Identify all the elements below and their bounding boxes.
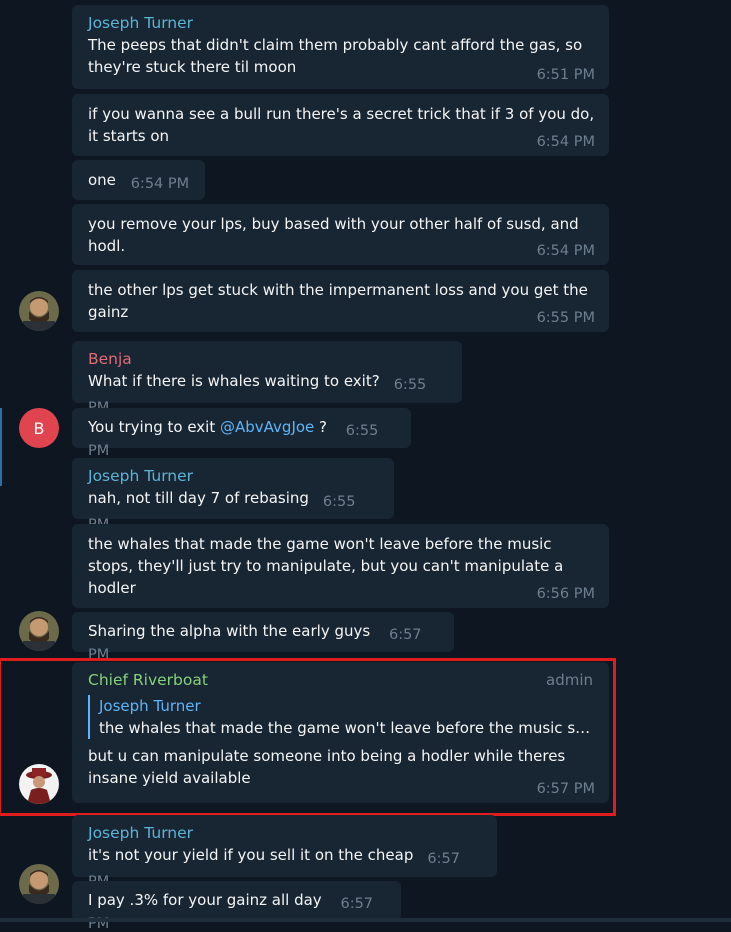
message-time: 6:55 PM [536, 310, 595, 326]
message-text: the whales that made the game won't leav… [88, 535, 564, 597]
message-bubble[interactable]: if you wanna see a bull run there's a se… [72, 94, 609, 156]
message-time: 6:54 PM [130, 176, 190, 192]
message-text: if you wanna see a bull run there's a se… [88, 105, 595, 145]
sender-name[interactable]: Joseph Turner [88, 465, 380, 487]
avatar-letter: B [33, 418, 45, 438]
message-time: 6:54 PM [536, 134, 595, 150]
bottom-scrollbar[interactable] [0, 918, 731, 922]
message-bubble[interactable]: Joseph Turner nah, not till day 7 of reb… [72, 458, 394, 533]
message-text-content: it's not your yield if you sell it on th… [88, 846, 414, 864]
sender-name[interactable]: Joseph Turner [88, 12, 595, 34]
user-avatar[interactable] [19, 291, 59, 331]
message-text: The peeps that didn't claim them probabl… [88, 36, 583, 76]
message-time: 6:56 PM [536, 586, 595, 602]
unread-indicator [0, 408, 2, 486]
message-bubble[interactable]: Sharing the alpha with the early guys 6:… [72, 612, 454, 663]
message-bubble[interactable]: Joseph Turner it's not your yield if you… [72, 815, 497, 890]
message-text: Sharing the alpha with the early guys [88, 622, 371, 640]
message-text: you remove your lps, buy based with your… [88, 215, 579, 255]
user-avatar[interactable] [19, 611, 59, 651]
message-bubble[interactable]: the whales that made the game won't leav… [72, 524, 609, 608]
sender-name[interactable]: Benja [88, 348, 448, 370]
sender-name[interactable]: Joseph Turner [88, 822, 483, 844]
mention-link[interactable]: @AbvAvgJoe [220, 418, 314, 436]
message-text: I pay .3% for your gainz all day [88, 891, 322, 909]
avatar-photo-icon [19, 291, 59, 331]
message-text-before: You trying to exit [88, 418, 220, 436]
highlight-box [0, 658, 616, 816]
message-time: 6:51 PM [536, 67, 595, 83]
message-text: one [88, 171, 116, 189]
message-bubble[interactable]: You trying to exit @AbvAvgJoe ? 6:55 PM [72, 408, 411, 459]
message-bubble[interactable]: the other lps get stuck with the imperma… [72, 270, 609, 332]
message-text-content: nah, not till day 7 of rebasing [88, 489, 309, 507]
message-time: 6:54 PM [536, 243, 595, 259]
user-avatar-benja[interactable]: B [19, 408, 59, 448]
message-bubble[interactable]: one 6:54 PM [72, 160, 205, 200]
message-bubble[interactable]: Joseph Turner The peeps that didn't clai… [72, 5, 609, 89]
avatar-photo-icon [19, 864, 59, 904]
message-bubble[interactable]: Benja What if there is whales waiting to… [72, 341, 462, 416]
message-bubble[interactable]: you remove your lps, buy based with your… [72, 204, 609, 265]
user-avatar[interactable] [19, 864, 59, 904]
message-bubble[interactable]: I pay .3% for your gainz all day 6:57 PM [72, 881, 401, 932]
message-text-content: What if there is whales waiting to exit? [88, 372, 380, 390]
avatar-photo-icon [19, 611, 59, 651]
message-text-after: ? [314, 418, 328, 436]
message-text: the other lps get stuck with the imperma… [88, 281, 588, 321]
